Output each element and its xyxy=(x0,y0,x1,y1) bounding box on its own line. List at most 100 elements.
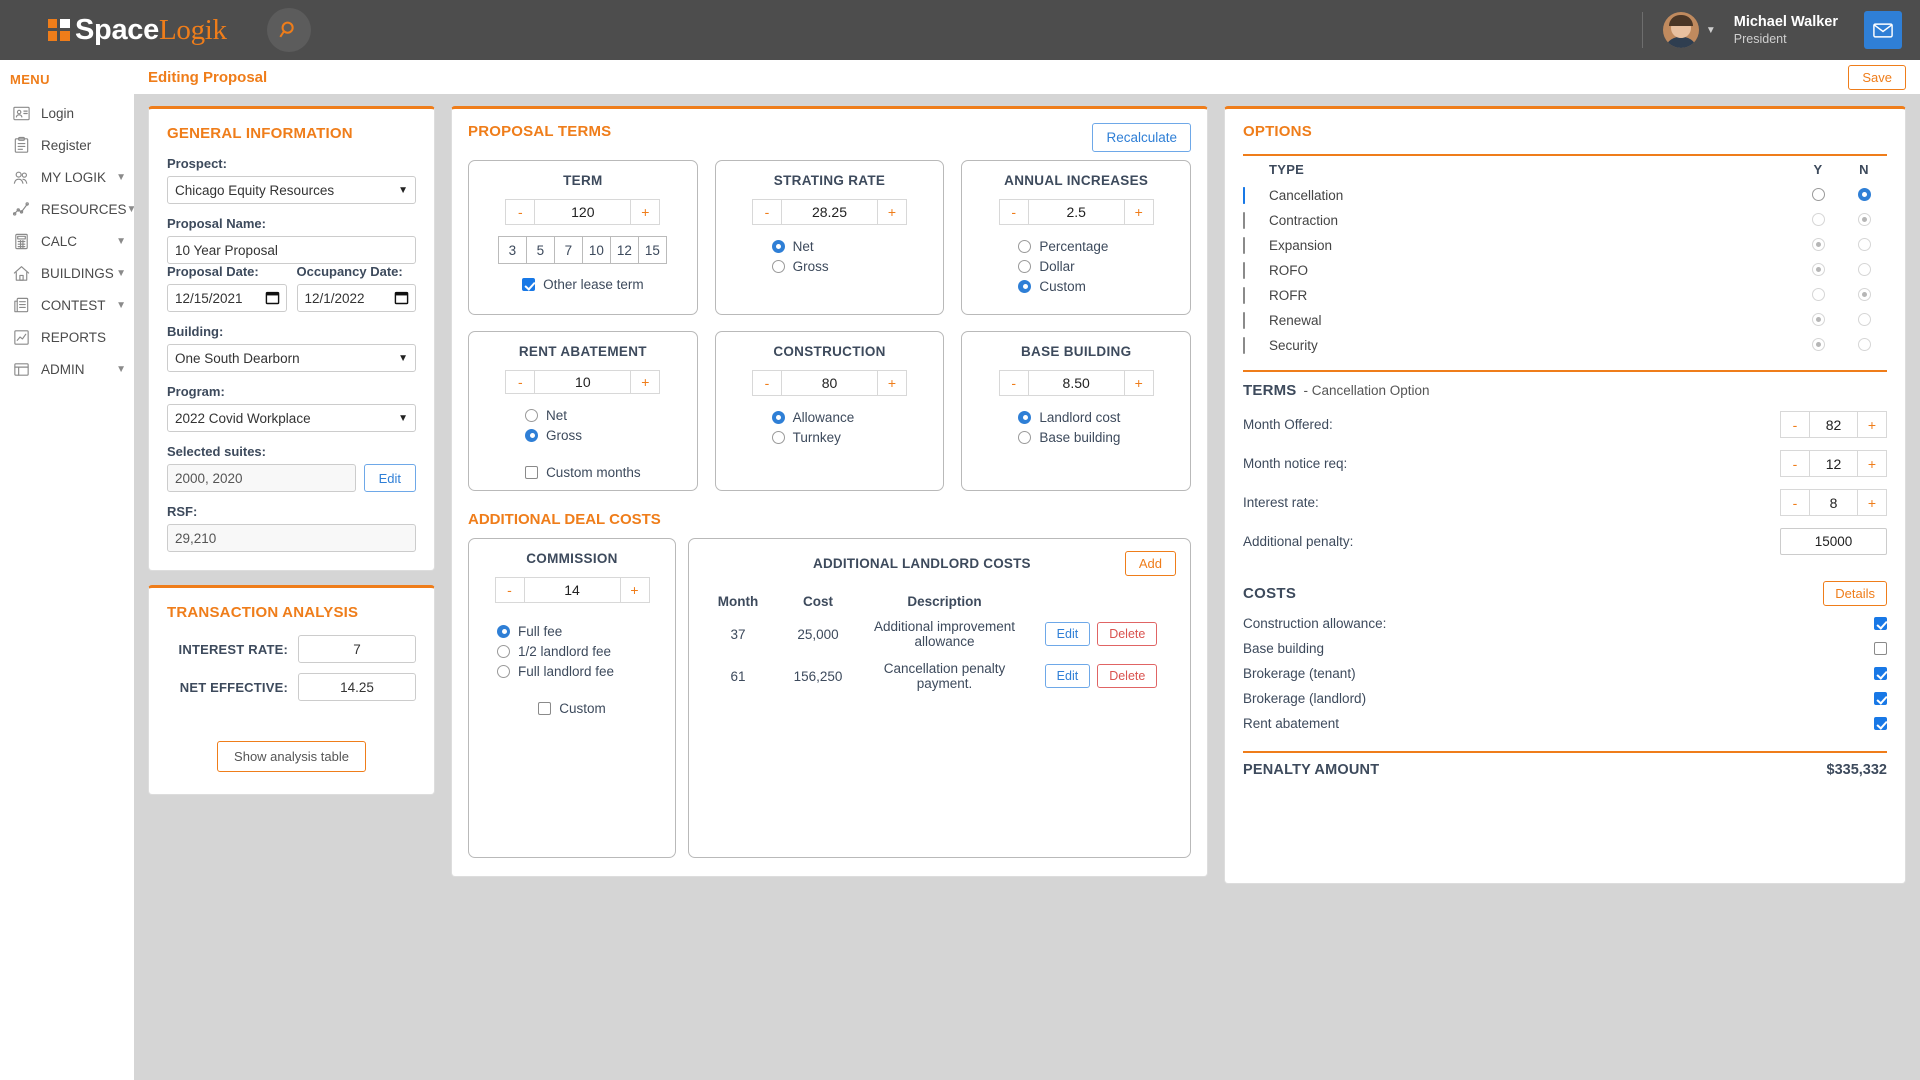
radio-turnkey[interactable]: Turnkey xyxy=(771,427,855,447)
option-enable-checkbox[interactable] xyxy=(1243,208,1269,233)
building-select[interactable]: One South Dearborn xyxy=(167,344,416,372)
stepper-value[interactable]: 8 xyxy=(1809,490,1858,515)
quick-term-5[interactable]: 5 xyxy=(525,236,555,264)
stepper-value[interactable]: 10 xyxy=(534,371,631,393)
option-radio-n[interactable] xyxy=(1841,283,1887,308)
stepper-value[interactable]: 2.5 xyxy=(1028,200,1125,224)
sidebar-item-admin[interactable]: ADMIN ▼ xyxy=(0,353,134,385)
chevron-down-icon[interactable]: ▼ xyxy=(116,268,126,279)
radio-custom[interactable]: Custom xyxy=(1018,276,1108,296)
search-button[interactable] xyxy=(266,8,311,52)
option-enable-checkbox[interactable] xyxy=(1243,183,1269,208)
commission-value[interactable]: 14 xyxy=(524,578,621,602)
save-button[interactable]: Save xyxy=(1848,64,1906,90)
plus-button[interactable]: + xyxy=(877,370,907,396)
mail-button[interactable] xyxy=(1864,11,1902,49)
app-logo[interactable]: Space Logik xyxy=(48,14,227,47)
plus-button[interactable]: + xyxy=(630,370,661,394)
net-effective-value[interactable]: 14.25 xyxy=(298,673,416,701)
chevron-down-icon[interactable]: ▼ xyxy=(116,300,126,311)
option-enable-checkbox[interactable] xyxy=(1243,233,1269,258)
minus-button[interactable]: - xyxy=(752,199,782,225)
option-enable-checkbox[interactable] xyxy=(1243,333,1269,358)
commission-minus-button[interactable]: - xyxy=(494,577,525,603)
option-radio-y[interactable] xyxy=(1795,258,1841,283)
delete-row-button[interactable]: Delete xyxy=(1097,622,1158,646)
radio-net[interactable]: Net xyxy=(525,405,582,425)
option-enable-checkbox[interactable] xyxy=(1243,258,1269,283)
minus-button[interactable]: - xyxy=(1780,489,1810,516)
radio-percentage[interactable]: Percentage xyxy=(1018,236,1108,256)
option-radio-y[interactable] xyxy=(1795,283,1841,308)
radio-base-building[interactable]: Base building xyxy=(1018,427,1120,447)
radio-net[interactable]: Net xyxy=(771,236,829,256)
occupancy-date-input[interactable] xyxy=(296,284,416,312)
option-radio-n[interactable] xyxy=(1841,208,1887,233)
chevron-down-icon[interactable]: ▼ xyxy=(116,236,126,247)
chevron-down-icon[interactable]: ▼ xyxy=(116,364,126,375)
option-radio-n[interactable] xyxy=(1841,308,1887,333)
option-radio-y[interactable] xyxy=(1795,333,1841,358)
costs-details-button[interactable]: Details xyxy=(1823,581,1887,606)
chevron-down-icon[interactable]: ▼ xyxy=(1706,25,1716,36)
edit-row-button[interactable]: Edit xyxy=(1044,664,1091,688)
terms-row-input[interactable]: 15000 xyxy=(1780,528,1887,555)
selected-suites-input[interactable] xyxy=(167,464,356,492)
option-enable-checkbox[interactable] xyxy=(1243,308,1269,333)
stepper-value[interactable]: 8.50 xyxy=(1028,371,1125,395)
radio-dollar[interactable]: Dollar xyxy=(1018,256,1108,276)
minus-button[interactable]: - xyxy=(1780,411,1810,438)
radio-full-fee[interactable]: Full fee xyxy=(497,621,614,641)
plus-button[interactable]: + xyxy=(877,199,907,225)
sidebar-item-buildings[interactable]: BUILDINGS ▼ xyxy=(0,257,134,289)
option-radio-y[interactable] xyxy=(1795,183,1841,208)
plus-button[interactable]: + xyxy=(1123,199,1154,225)
minus-button[interactable]: - xyxy=(1780,450,1810,477)
plus-button[interactable]: + xyxy=(1857,450,1887,477)
quick-term-12[interactable]: 12 xyxy=(609,236,639,264)
radio-full-landlord-fee[interactable]: Full landlord fee xyxy=(497,661,614,681)
plus-button[interactable]: + xyxy=(1123,370,1154,396)
interest-rate-value[interactable]: 7 xyxy=(298,635,416,663)
checkbox-custom[interactable]: Custom xyxy=(538,701,606,716)
plus-button[interactable]: + xyxy=(1857,489,1887,516)
minus-button[interactable]: - xyxy=(752,370,782,396)
stepper-value[interactable]: 82 xyxy=(1809,412,1858,437)
sidebar-item-register[interactable]: Register xyxy=(0,129,134,161)
stepper-value[interactable]: 120 xyxy=(534,200,631,224)
stepper-value[interactable]: 28.25 xyxy=(781,200,878,224)
program-select[interactable]: 2022 Covid Workplace xyxy=(167,404,416,432)
chevron-down-icon[interactable]: ▼ xyxy=(116,172,126,183)
edit-suites-button[interactable]: Edit xyxy=(363,464,416,492)
minus-button[interactable]: - xyxy=(505,199,536,225)
plus-button[interactable]: + xyxy=(630,199,661,225)
sidebar-item-resources[interactable]: RESOURCES ▼ xyxy=(0,193,136,225)
sidebar-item-calc[interactable]: CALC ▼ xyxy=(0,225,134,257)
option-radio-n[interactable] xyxy=(1841,233,1887,258)
sidebar-item-reports[interactable]: REPORTS xyxy=(0,321,134,353)
radio-landlord-cost[interactable]: Landlord cost xyxy=(1018,407,1120,427)
radio-1-2-landlord-fee[interactable]: 1/2 landlord fee xyxy=(497,641,614,661)
radio-gross[interactable]: Gross xyxy=(771,256,829,276)
sidebar-item-contest[interactable]: CONTEST ▼ xyxy=(0,289,134,321)
option-radio-n[interactable] xyxy=(1841,333,1887,358)
option-radio-n[interactable] xyxy=(1841,258,1887,283)
add-landlord-cost-button[interactable]: Add xyxy=(1124,551,1176,576)
costs-row-checkbox[interactable] xyxy=(1874,642,1887,655)
edit-row-button[interactable]: Edit xyxy=(1044,622,1091,646)
option-radio-y[interactable] xyxy=(1795,308,1841,333)
option-enable-checkbox[interactable] xyxy=(1243,283,1269,308)
quick-term-10[interactable]: 10 xyxy=(581,236,611,264)
option-radio-n[interactable] xyxy=(1841,183,1887,208)
minus-button[interactable]: - xyxy=(998,370,1029,396)
checkbox-custom-months[interactable]: Custom months xyxy=(525,465,641,480)
quick-term-15[interactable]: 15 xyxy=(637,236,667,264)
costs-row-checkbox[interactable] xyxy=(1874,617,1887,630)
sidebar-item-login[interactable]: Login xyxy=(0,97,134,129)
checkbox-other-lease-term[interactable]: Other lease term xyxy=(522,277,644,292)
proposal-date-input[interactable] xyxy=(167,284,287,312)
show-analysis-table-button[interactable]: Show analysis table xyxy=(217,741,366,772)
prospect-select[interactable]: Chicago Equity Resources xyxy=(167,176,416,204)
radio-allowance[interactable]: Allowance xyxy=(771,407,854,427)
plus-button[interactable]: + xyxy=(1857,411,1887,438)
